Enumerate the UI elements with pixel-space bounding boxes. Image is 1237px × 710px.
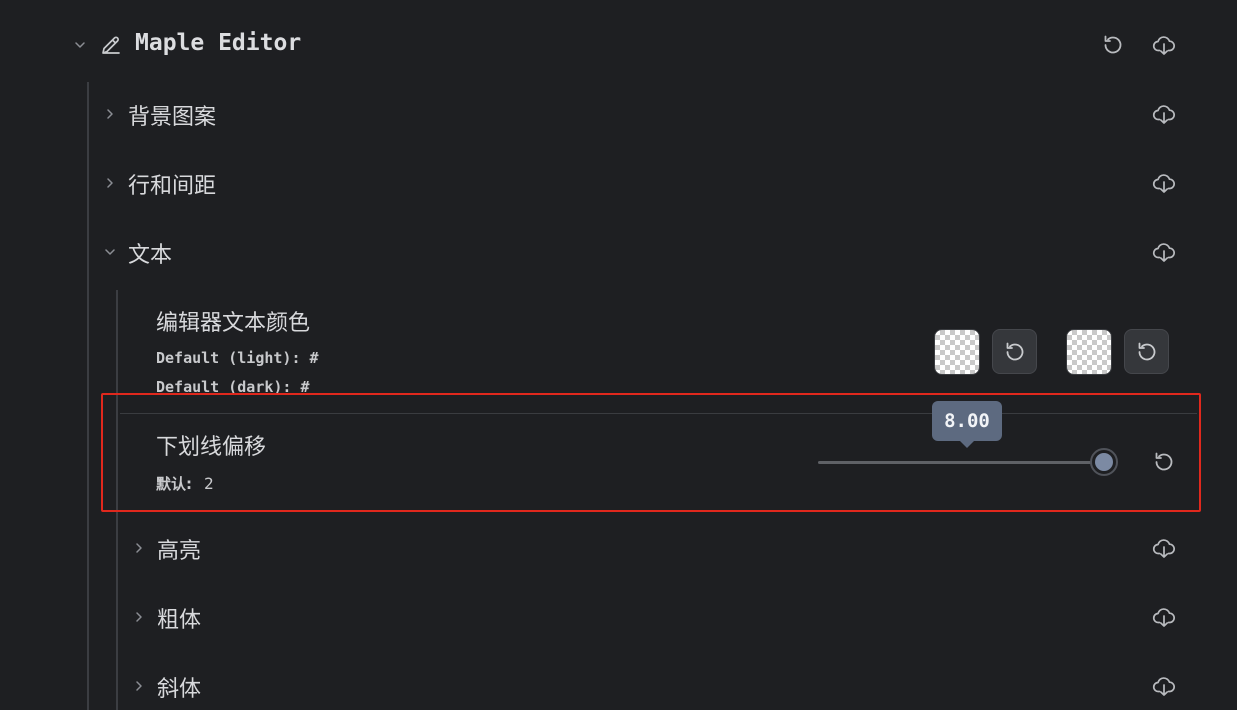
- cloud-download-icon[interactable]: [1150, 238, 1178, 266]
- cloud-download-icon[interactable]: [1150, 672, 1178, 700]
- cloud-download-icon[interactable]: [1150, 603, 1178, 631]
- settings-panel: Maple Editor 背景图案 行和间距 文本 编辑器文本颜色 Defaul…: [0, 0, 1237, 710]
- chevron-right-icon[interactable]: [133, 611, 145, 623]
- cloud-download-icon[interactable]: [1150, 169, 1178, 197]
- reset-button-light[interactable]: [992, 329, 1037, 374]
- section-label: 行和间距: [128, 174, 217, 199]
- chevron-right-icon[interactable]: [104, 108, 116, 120]
- setting-default-dark: Default (dark): #: [156, 378, 310, 394]
- chevron-down-icon[interactable]: [74, 39, 86, 51]
- reset-icon[interactable]: [1099, 31, 1127, 59]
- plugin-title: Maple Editor: [135, 30, 302, 56]
- highlight-annotation-box: [101, 393, 1201, 512]
- setting-default-light: Default (light): #: [156, 349, 319, 367]
- reset-button-dark[interactable]: [1124, 329, 1169, 374]
- chevron-right-icon[interactable]: [133, 542, 145, 554]
- reset-icon: [1138, 342, 1155, 360]
- plugin-header-row[interactable]: Maple Editor: [0, 25, 1237, 65]
- subsection-row-highlight[interactable]: 高亮: [0, 528, 1237, 568]
- chevron-right-icon[interactable]: [104, 177, 116, 189]
- section-row-text[interactable]: 文本: [0, 232, 1237, 272]
- section-row-background-pattern[interactable]: 背景图案: [0, 94, 1237, 134]
- chevron-right-icon[interactable]: [133, 680, 145, 692]
- cloud-download-icon[interactable]: [1150, 100, 1178, 128]
- setting-text-color: 编辑器文本颜色 Default (light): # Default (dark…: [0, 300, 1237, 400]
- pencil-icon: [99, 33, 123, 57]
- setting-title: 编辑器文本颜色: [156, 311, 311, 336]
- section-label: 背景图案: [128, 105, 217, 130]
- cloud-download-icon[interactable]: [1150, 534, 1178, 562]
- subsection-row-bold[interactable]: 粗体: [0, 597, 1237, 637]
- cloud-download-icon[interactable]: [1150, 31, 1178, 59]
- color-swatch-dark[interactable]: [1066, 329, 1112, 375]
- subsection-label: 粗体: [157, 608, 202, 633]
- subsection-label: 高亮: [157, 539, 202, 564]
- color-swatch-light[interactable]: [934, 329, 980, 375]
- section-label: 文本: [128, 243, 173, 268]
- reset-icon: [1006, 342, 1023, 360]
- chevron-down-icon[interactable]: [104, 246, 116, 258]
- subsection-row-italic[interactable]: 斜体: [0, 666, 1237, 706]
- section-row-line-spacing[interactable]: 行和间距: [0, 163, 1237, 203]
- subsection-label: 斜体: [157, 677, 202, 702]
